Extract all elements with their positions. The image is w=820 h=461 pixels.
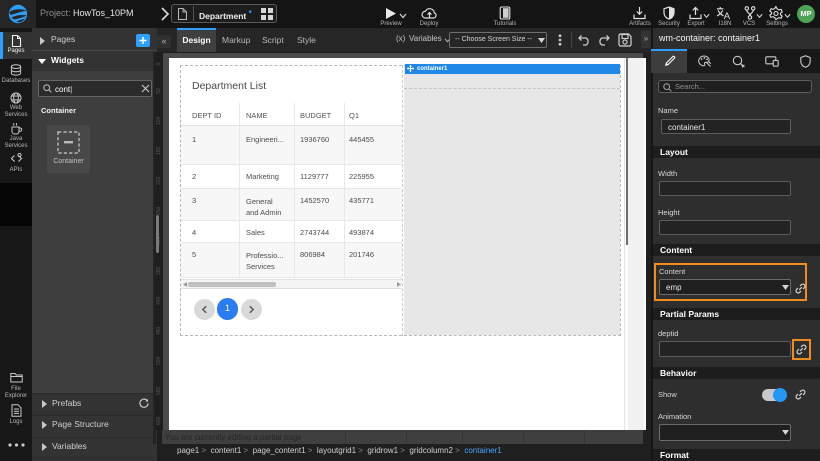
svg-text:A: A — [724, 11, 731, 20]
